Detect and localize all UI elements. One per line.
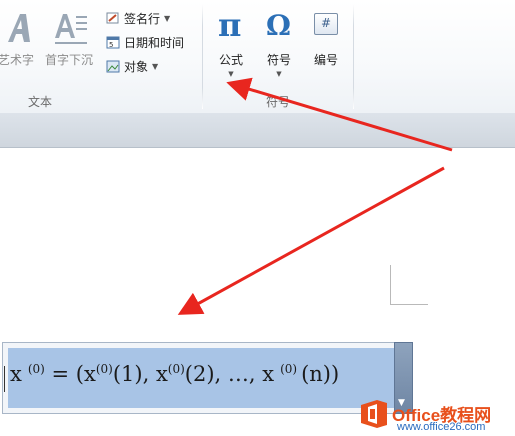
object-label: 对象 [124, 59, 149, 74]
omega-icon: Ω [266, 9, 291, 42]
lhs-sup: (0) [27, 362, 45, 376]
term1-var: x [84, 362, 96, 386]
signature-line-label: 签名行 [124, 11, 161, 26]
group-separator [202, 4, 203, 109]
term2-arg: (2), …, [184, 362, 263, 386]
datetime-label: 日期和时间 [124, 35, 185, 50]
symbol-label: 符号 [266, 53, 291, 67]
number-icon: # [314, 13, 338, 35]
dropcap-icon [55, 14, 87, 44]
number-button[interactable]: # 编号 [305, 4, 347, 74]
ruler-band [0, 113, 515, 148]
equation-button[interactable]: π 公式 ▼ [210, 4, 252, 84]
wordart-label: 艺术字 [0, 53, 34, 67]
term2-sup: (0) [167, 362, 185, 376]
term3-sup: (0) [280, 362, 298, 376]
watermark-url: www.office26.com [397, 421, 486, 433]
signature-icon [106, 11, 120, 25]
wordart-icon [8, 14, 30, 42]
equation-text[interactable]: x (0) = (x(0)(1), x(0)(2), …, x (0) (n)) [0, 362, 339, 386]
object-icon [106, 59, 120, 73]
dropcap-label: 首字下沉 [44, 53, 93, 67]
chevron-down-icon: ▼ [228, 70, 234, 78]
margin-corner-mark [390, 265, 391, 305]
dropcap-button[interactable]: 首字下沉 [40, 4, 98, 74]
calendar-icon: 5 [106, 35, 120, 49]
chevron-down-icon: ▼ [276, 70, 282, 78]
symbols-group-label: 符号 [266, 95, 291, 109]
term2-var: x [155, 362, 168, 386]
svg-text:5: 5 [109, 41, 113, 49]
chevron-down-icon: ▼ [152, 61, 159, 71]
office-logo-icon [361, 400, 387, 428]
number-label: 编号 [313, 53, 338, 67]
datetime-button[interactable]: 5 日期和时间 [106, 33, 184, 51]
group-separator [353, 4, 354, 109]
signature-line-button[interactable]: 签名行 ▼ [106, 9, 170, 27]
lhs-var: x [10, 362, 22, 386]
hash-glyph: # [321, 16, 332, 30]
ribbon: 艺术字 首字下沉 签名行 ▼ 5 日期和时间 对象 ▼ 文本 π 公式 ▼ Ω … [0, 0, 515, 114]
symbol-button[interactable]: Ω 符号 ▼ [258, 4, 300, 84]
term1-sup: (0) [95, 362, 113, 376]
wordart-button[interactable]: 艺术字 [0, 4, 38, 74]
equals-sign: = ( [51, 362, 84, 386]
term3-arg: (n)) [301, 362, 340, 386]
pi-icon: π [218, 6, 242, 44]
margin-corner-mark [390, 304, 428, 305]
chevron-down-icon: ▼ [164, 13, 171, 23]
term1-arg: (1), [112, 362, 156, 386]
term3-var: x [262, 362, 275, 386]
text-group-label: 文本 [28, 95, 53, 109]
equation-label: 公式 [218, 53, 243, 67]
object-button[interactable]: 对象 ▼ [106, 57, 158, 75]
